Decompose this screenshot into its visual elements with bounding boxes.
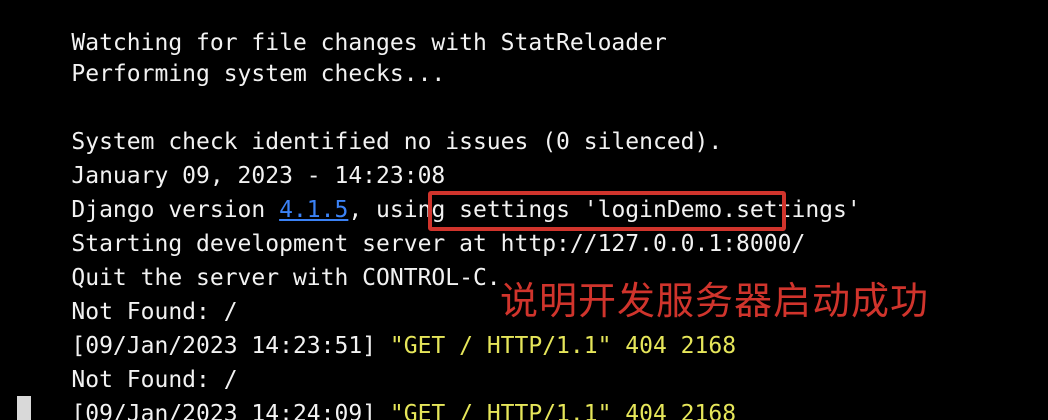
performing-text: Performing system checks... — [71, 61, 446, 87]
url-highlight-box — [428, 191, 786, 231]
terminal-line-not-found-1: Not Found: / — [16, 261, 237, 325]
terminal-line-not-found-2: Not Found: / — [16, 329, 237, 393]
terminal-line-quit: Quit the server with CONTROL-C. — [16, 227, 500, 291]
terminal-window[interactable]: Watching for file changes with StatReloa… — [0, 0, 1048, 420]
log-request: "GET / HTTP/1.1" 404 2168 — [389, 333, 737, 359]
annotation-label: 说明开发服务器启动成功 — [500, 279, 930, 323]
terminal-cursor — [17, 396, 31, 420]
terminal-line-performing: Performing system checks... — [16, 23, 445, 87]
server-url[interactable]: http://127.0.0.1:8000/ — [501, 231, 806, 257]
log-request: "GET / HTTP/1.1" 404 2168 — [389, 401, 737, 420]
log-timestamp: [09/Jan/2023 14:24:09] — [71, 401, 390, 420]
terminal-line-log-2: [09/Jan/2023 14:24:09] "GET / HTTP/1.1" … — [16, 363, 736, 420]
terminal-line-django-version: Django version 4.1.5, using settings 'lo… — [16, 159, 860, 223]
terminal-line-datetime: January 09, 2023 - 14:23:08 — [16, 125, 445, 189]
terminal-line-system-check: System check identified no issues (0 sil… — [16, 91, 722, 155]
